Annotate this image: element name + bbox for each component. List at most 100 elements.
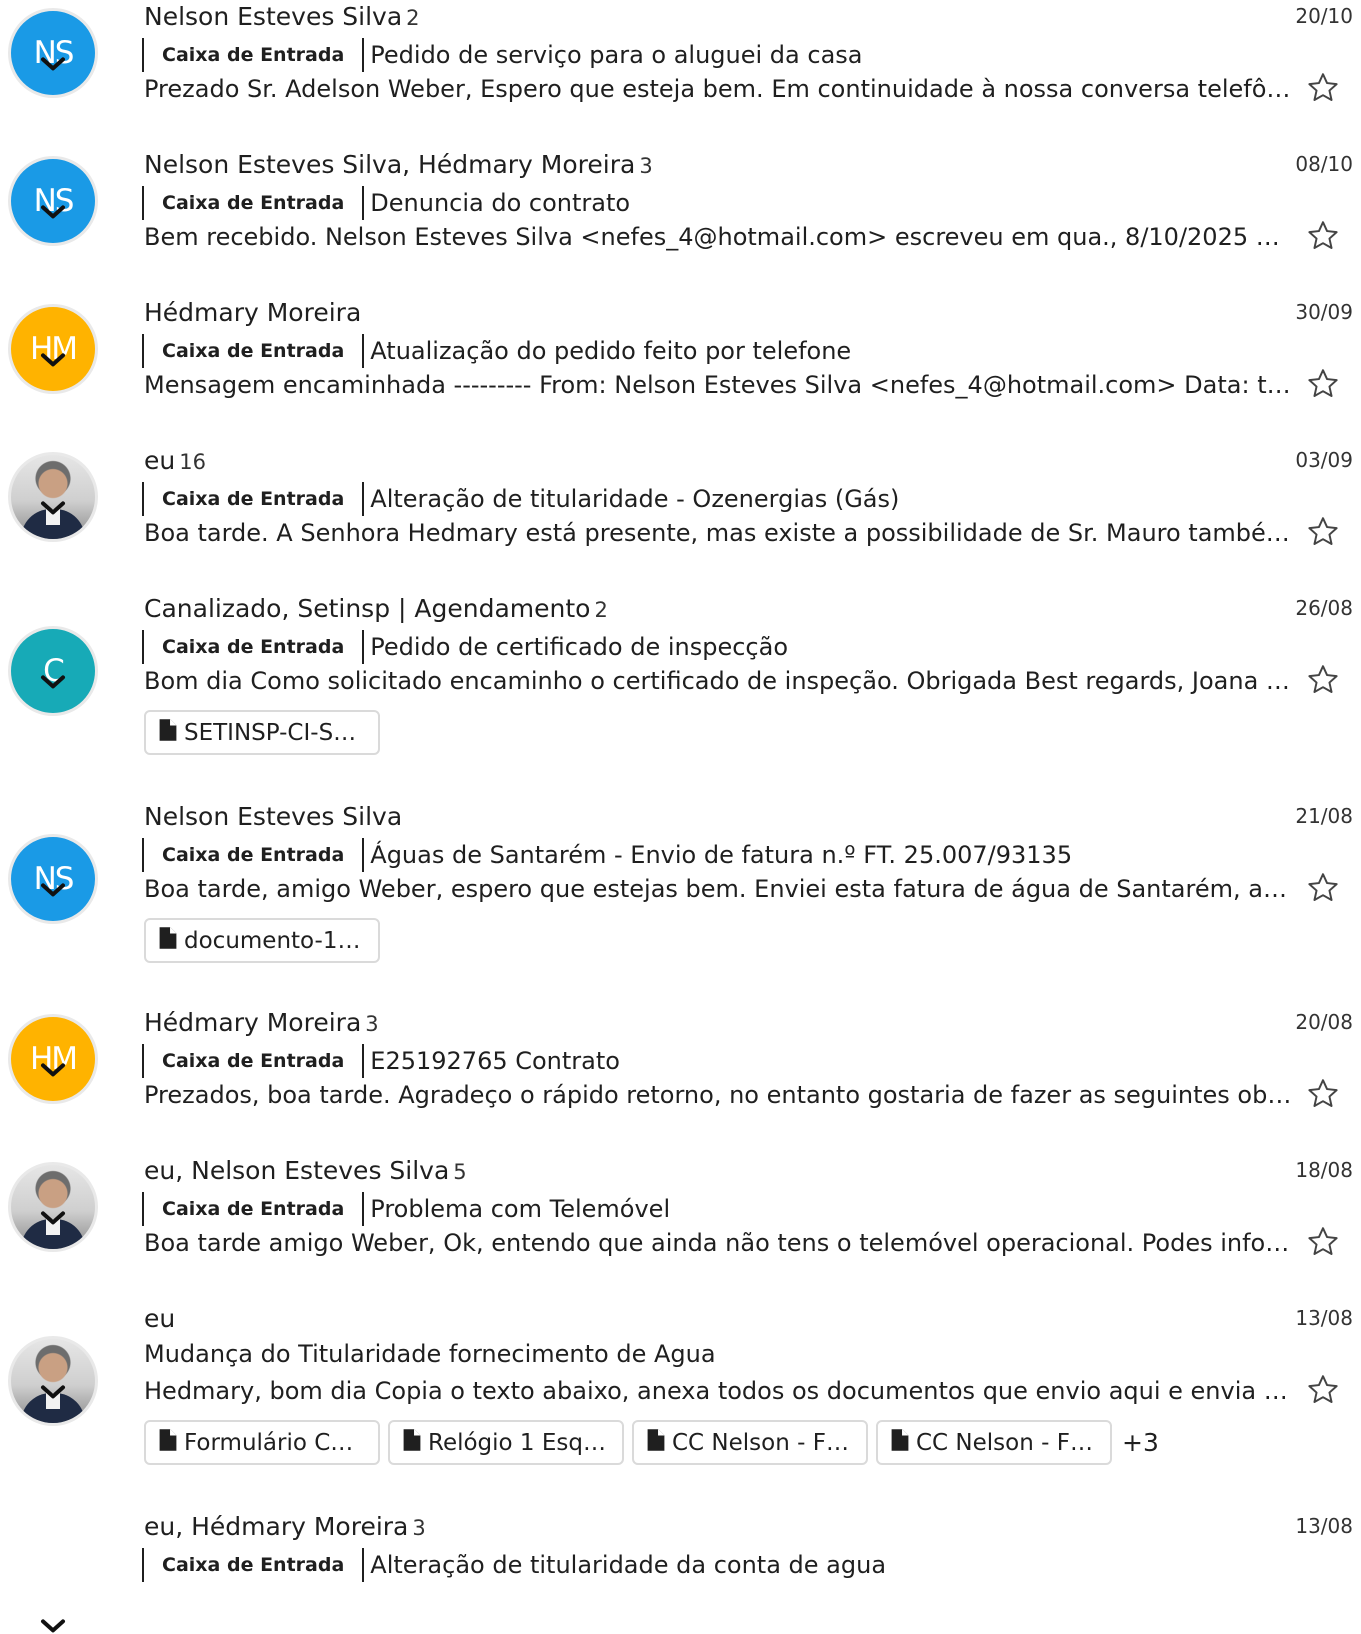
email-preview: Prezados, boa tarde. Agradeço o rápido r…: [144, 1081, 1294, 1109]
sender-name: Nelson Esteves Silva: [144, 802, 402, 831]
sender-name: eu, Nelson Esteves Silva 5: [144, 1156, 467, 1185]
sender-label: eu: [144, 1304, 176, 1333]
sender-label: Nelson Esteves Silva, Hédmary Moreira: [144, 150, 636, 179]
star-icon[interactable]: [1305, 70, 1341, 106]
star-icon[interactable]: [1305, 366, 1341, 402]
avatar[interactable]: [8, 452, 98, 542]
thread-count: 16: [179, 450, 206, 474]
email-date: 08/10: [1295, 152, 1353, 176]
chevron-down-icon: [40, 1606, 66, 1633]
sender-label: Hédmary Moreira: [144, 1008, 362, 1037]
email-row[interactable]: HM Hédmary Moreira 3 20/08 Caixa de Entrada E…: [0, 1006, 1361, 1154]
sender-name: Hédmary Moreira 3: [144, 1008, 379, 1037]
avatar[interactable]: NS: [8, 8, 98, 98]
attachment-name: SETINSP-CI-S…: [184, 719, 357, 746]
star-icon[interactable]: [1305, 1076, 1341, 1112]
attachment-chip[interactable]: Relógio 1 Esq…: [388, 1420, 624, 1465]
chevron-down-icon: [40, 340, 66, 367]
chevron-down-icon: [40, 1372, 66, 1399]
email-date: 20/10: [1295, 4, 1353, 28]
subject-line: Caixa de Entrada Pedido de serviço para o…: [142, 38, 863, 72]
folder-label[interactable]: Caixa de Entrada: [142, 630, 365, 664]
email-row[interactable]: eu, Nelson Esteves Silva 5 18/08 Caixa de E…: [0, 1154, 1361, 1302]
folder-label[interactable]: Caixa de Entrada: [142, 838, 365, 872]
avatar[interactable]: [8, 1336, 98, 1426]
sender-name: Canalizado, Setinsp | Agendamento 2: [144, 594, 608, 623]
email-date: 03/09: [1295, 448, 1353, 472]
avatar[interactable]: [8, 1162, 98, 1252]
folder-label[interactable]: Caixa de Entrada: [142, 1044, 365, 1078]
folder-label[interactable]: Caixa de Entrada: [142, 1192, 365, 1226]
email-row[interactable]: NS Nelson Esteves Silva, Hédmary Moreira 3…: [0, 148, 1361, 296]
star-icon[interactable]: [1305, 870, 1341, 906]
email-row[interactable]: eu 13/08 Mudança do Titularidade fornecime…: [0, 1302, 1361, 1510]
email-row[interactable]: C Canalizado, Setinsp | Agendamento 2 26/08…: [0, 592, 1361, 800]
email-subject: E25192765 Contrato: [370, 1047, 620, 1075]
attachment-list: documento-1…: [144, 918, 380, 963]
folder-label[interactable]: Caixa de Entrada: [142, 482, 365, 516]
email-row[interactable]: eu, Hédmary Moreira 3 13/08 Caixa de Entrad…: [0, 1510, 1361, 1634]
email-subject: Pedido de serviço para o aluguei da casa: [370, 41, 863, 69]
sender-label: Nelson Esteves Silva: [144, 2, 403, 31]
subject-line: Caixa de Entrada Alteração de titularidad…: [142, 1548, 886, 1582]
email-date: 26/08: [1295, 596, 1353, 620]
email-row[interactable]: NS Nelson Esteves Silva 2 20/10 Caixa de Ent…: [0, 0, 1361, 148]
attachment-chip[interactable]: documento-1…: [144, 918, 380, 963]
subject-line: Caixa de Entrada Pedido de certificado de…: [142, 630, 788, 664]
avatar[interactable]: HM: [8, 304, 98, 394]
thread-count: 3: [412, 1516, 426, 1540]
folder-label[interactable]: Caixa de Entrada: [142, 1548, 365, 1582]
sender-name: Nelson Esteves Silva 2: [144, 2, 420, 31]
sender-name: Nelson Esteves Silva, Hédmary Moreira 3: [144, 150, 653, 179]
star-icon[interactable]: [1305, 218, 1341, 254]
file-icon: [402, 1428, 428, 1458]
folder-label[interactable]: Caixa de Entrada: [142, 38, 365, 72]
email-date: 18/08: [1295, 1158, 1353, 1182]
star-icon[interactable]: [1305, 1224, 1341, 1260]
avatar[interactable]: C: [8, 626, 98, 716]
subject-line: Caixa de Entrada Atualização do pedido fe…: [142, 334, 851, 368]
subject-line: Caixa de Entrada E25192765 Contrato: [142, 1044, 620, 1078]
email-date: 13/08: [1295, 1514, 1353, 1538]
email-row[interactable]: HM Hédmary Moreira 30/09 Caixa de Entrada At…: [0, 296, 1361, 444]
more-attachments[interactable]: +3: [1122, 1428, 1159, 1457]
star-icon[interactable]: [1305, 662, 1341, 698]
email-date: 30/09: [1295, 300, 1353, 324]
star-icon[interactable]: [1305, 514, 1341, 550]
attachment-chip[interactable]: CC Nelson - F…: [876, 1420, 1112, 1465]
chevron-down-icon: [40, 1198, 66, 1225]
chevron-down-icon: [40, 662, 66, 689]
email-row[interactable]: NS Nelson Esteves Silva 21/08 Caixa de Entr…: [0, 800, 1361, 1008]
folder-label[interactable]: Caixa de Entrada: [142, 334, 365, 368]
subject-line: Mudança do Titularidade fornecimento de …: [144, 1340, 716, 1368]
avatar[interactable]: HM: [8, 1014, 98, 1104]
chevron-down-icon: [40, 1050, 66, 1077]
email-preview: Bem recebido. Nelson Esteves Silva <nefe…: [144, 223, 1294, 251]
email-preview: Hedmary, bom dia Copia o texto abaixo, a…: [144, 1377, 1294, 1405]
email-subject: Denuncia do contrato: [370, 189, 631, 217]
chevron-down-icon: [40, 870, 66, 897]
email-subject: Atualização do pedido feito por telefone: [370, 337, 852, 365]
file-icon: [890, 1428, 916, 1458]
avatar[interactable]: [8, 1570, 98, 1634]
email-row[interactable]: eu 16 03/09 Caixa de Entrada Alteração de ti…: [0, 444, 1361, 592]
sender-label: eu: [144, 446, 176, 475]
file-icon: [646, 1428, 672, 1458]
attachment-list: Formulário C… Relógio 1 Esq… CC Nelson - F…: [144, 1420, 1159, 1465]
avatar[interactable]: NS: [8, 834, 98, 924]
attachment-chip[interactable]: SETINSP-CI-S…: [144, 710, 380, 755]
subject-line: Caixa de Entrada Águas de Santarém - Envi…: [142, 838, 1072, 872]
sender-name: Hédmary Moreira: [144, 298, 361, 327]
email-subject: Alteração de titularidade - Ozenergias (…: [370, 485, 900, 513]
folder-label[interactable]: Caixa de Entrada: [142, 186, 365, 220]
sender-name: eu 16: [144, 446, 206, 475]
avatar[interactable]: NS: [8, 156, 98, 246]
file-icon: [158, 718, 184, 748]
star-icon[interactable]: [1305, 1372, 1341, 1408]
email-subject: Pedido de certificado de inspecção: [370, 633, 789, 661]
email-subject: Mudança do Titularidade fornecimento de …: [144, 1340, 716, 1368]
attachment-chip[interactable]: Formulário C…: [144, 1420, 380, 1465]
attachment-chip[interactable]: CC Nelson - F…: [632, 1420, 868, 1465]
email-subject: Alteração de titularidade da conta de ag…: [370, 1551, 887, 1579]
thread-count: 2: [594, 598, 608, 622]
